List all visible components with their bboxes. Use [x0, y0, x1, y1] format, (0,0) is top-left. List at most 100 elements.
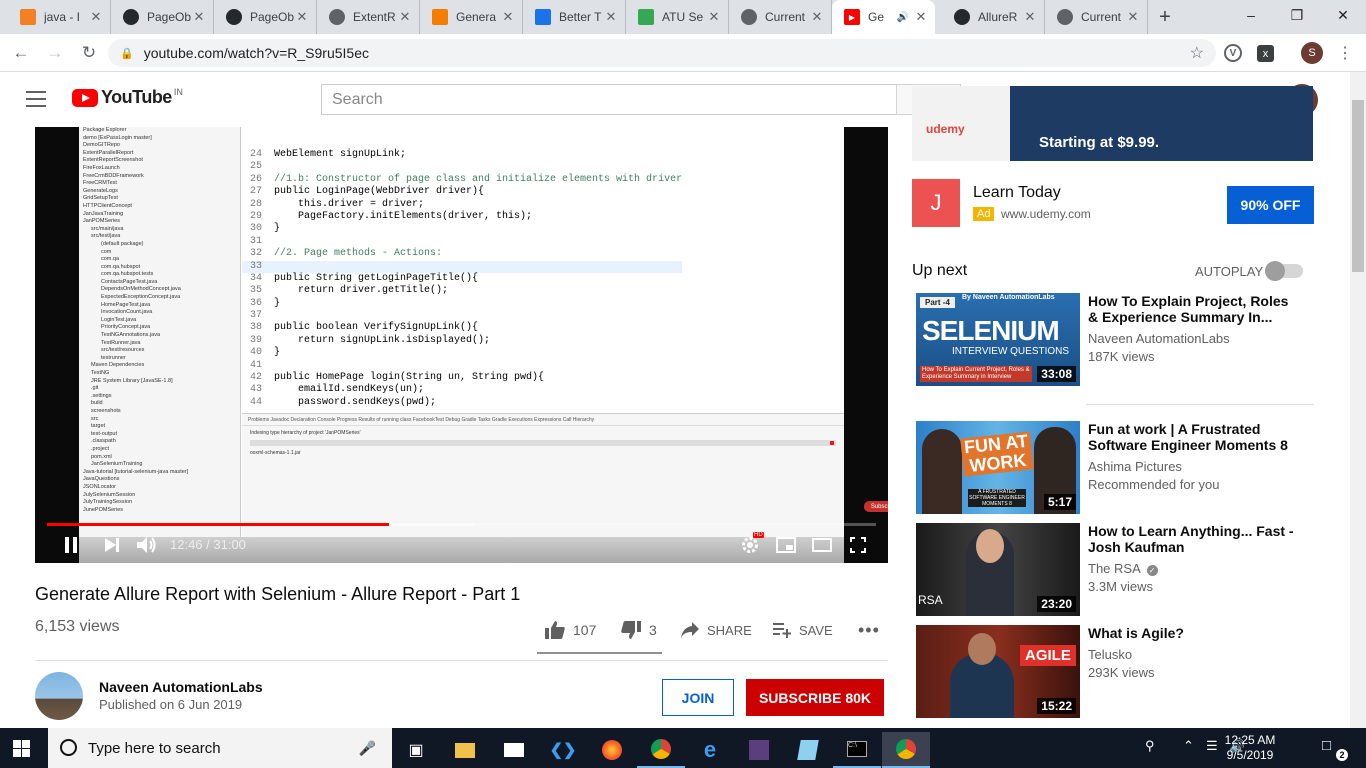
maximize-button[interactable]: ❐	[1274, 0, 1320, 30]
tab-close-icon[interactable]: ✕	[1125, 9, 1141, 25]
browser-tab[interactable]: ATU Se ✕	[626, 0, 729, 34]
browser-tab[interactable]: java - I ✕	[8, 0, 111, 34]
tab-audio-icon[interactable]: 🔊	[897, 12, 909, 23]
browser-tab[interactable]: PageOb ✕	[214, 0, 317, 34]
people-icon[interactable]: ⚲	[1145, 738, 1155, 754]
more-actions-button[interactable]: •••	[858, 620, 880, 640]
profile-avatar[interactable]: S	[1301, 42, 1323, 64]
next-button[interactable]	[101, 534, 123, 556]
subscribe-button[interactable]: SUBSCRIBE 80K	[746, 679, 884, 716]
search-input[interactable]: Search	[321, 84, 897, 115]
ad-cta-button[interactable]: 90% OFF	[1227, 186, 1314, 224]
tab-close-icon[interactable]: ✕	[500, 9, 516, 25]
ad-icon[interactable]: J	[912, 179, 960, 227]
channel-name[interactable]: Naveen AutomationLabs	[1088, 331, 1230, 346]
vivaldi-extension-icon[interactable]: V	[1224, 44, 1242, 62]
taskbar-search-input[interactable]: Type here to search 🎤	[48, 728, 392, 768]
browser-tab[interactable]: PageOb ✕	[111, 0, 214, 34]
video-thumbnail[interactable]: By Naveen AutomationLabs Part -4 SELENIU…	[916, 293, 1080, 386]
action-center-icon[interactable]: □ 2	[1322, 737, 1348, 761]
dislike-button[interactable]: 3	[621, 620, 657, 640]
join-button[interactable]: JOIN	[662, 679, 734, 716]
ad-title[interactable]: Learn Today	[973, 184, 1061, 202]
channel-avatar[interactable]	[35, 672, 83, 720]
browser-tab[interactable]: Current ✕	[1045, 0, 1148, 34]
task-view-icon[interactable]: ▣	[392, 732, 440, 768]
chrome-menu-icon[interactable]: ⋮	[1334, 42, 1356, 64]
reload-button[interactable]: ↻	[74, 38, 104, 68]
tab-close-icon[interactable]: ✕	[88, 9, 104, 25]
share-button[interactable]: SHARE	[681, 620, 752, 640]
channel-name[interactable]: Telusko	[1088, 647, 1132, 662]
browser-tab[interactable]: Genera ✕	[420, 0, 523, 34]
menu-icon[interactable]	[26, 91, 46, 112]
page-scrollbar[interactable]	[1350, 72, 1366, 728]
recommended-video[interactable]: RSA 23:20 How to Learn Anything... Fast …	[912, 523, 1332, 619]
pause-button[interactable]	[60, 534, 82, 556]
show-hidden-icons-chevron-icon[interactable]: ⌃	[1183, 738, 1194, 754]
browser-tab[interactable]: ▶ Ge 🔊 ✕	[832, 0, 935, 34]
browser-tab[interactable]: AllureR ✕	[942, 0, 1045, 34]
bookmark-star-icon[interactable]: ☆	[1190, 43, 1204, 63]
youtube-logo[interactable]: YouTube IN	[72, 87, 183, 108]
channel-name[interactable]: The RSA ✓	[1088, 561, 1158, 576]
autoplay-toggle[interactable]	[1265, 261, 1303, 281]
video-thumbnail[interactable]: RSA 23:20	[916, 523, 1080, 616]
mail-icon[interactable]	[490, 732, 538, 768]
scrollbar-thumb[interactable]	[1352, 100, 1364, 272]
channel-name[interactable]: Ashima Pictures	[1088, 459, 1182, 474]
windows-start-icon[interactable]	[13, 740, 30, 757]
tab-close-icon[interactable]: ✕	[1022, 9, 1038, 25]
tab-close-icon[interactable]: ✕	[397, 9, 413, 25]
settings-button[interactable]: HD	[739, 532, 764, 556]
edge-icon[interactable]: e	[686, 732, 734, 768]
tab-close-icon[interactable]: ✕	[809, 9, 825, 25]
recommended-video[interactable]: By Naveen AutomationLabs Part -4 SELENIU…	[912, 293, 1332, 389]
browser-tab[interactable]: Current ✕	[729, 0, 832, 34]
tab-close-icon[interactable]: ✕	[706, 9, 722, 25]
tab-close-icon[interactable]: ✕	[913, 9, 929, 25]
video-player[interactable]: Package Explorer demo [ExPassLogin master…	[35, 127, 888, 563]
command-prompt-icon[interactable]: C:\	[833, 732, 881, 768]
excel-extension-icon[interactable]: x	[1257, 45, 1274, 62]
video-title[interactable]: How To Explain Project, Roles & Experien…	[1088, 293, 1298, 325]
volume-button[interactable]	[135, 534, 159, 556]
miniplayer-button[interactable]	[775, 534, 797, 556]
browser-tab[interactable]: Better T ✕	[523, 0, 626, 34]
eclipse-ide-icon[interactable]	[735, 732, 783, 768]
close-window-button[interactable]: ✕	[1320, 0, 1366, 30]
browser-tab[interactable]: ExtentR ✕	[317, 0, 420, 34]
video-title[interactable]: How to Learn Anything... Fast - Josh Kau…	[1088, 523, 1298, 555]
file-explorer-icon[interactable]	[441, 732, 489, 768]
video-thumbnail[interactable]: AGILE 15:22	[916, 625, 1080, 718]
like-button[interactable]: 107	[545, 620, 596, 640]
save-button[interactable]: SAVE	[773, 620, 833, 640]
progress-bar[interactable]	[47, 523, 876, 526]
chrome-active-icon[interactable]	[882, 732, 930, 768]
fullscreen-button[interactable]	[847, 534, 869, 556]
subscribe-now-overlay[interactable]: Subscribe Now	[864, 501, 888, 512]
back-button[interactable]: ←	[6, 38, 36, 68]
recommended-video[interactable]: AGILE 15:22 What is Agile? Telusko 293K …	[912, 625, 1332, 721]
wifi-icon[interactable]: ☰	[1206, 738, 1218, 754]
channel-name[interactable]: Naveen AutomationLabs	[99, 679, 263, 695]
tab-close-icon[interactable]: ✕	[294, 9, 310, 25]
video-thumbnail[interactable]: FUN AT WORK A FRUSTRATED SOFTWARE ENGINE…	[916, 421, 1080, 514]
microphone-icon[interactable]: 🎤	[359, 740, 376, 757]
tab-close-icon[interactable]: ✕	[191, 9, 207, 25]
video-title[interactable]: What is Agile?	[1088, 625, 1298, 641]
chrome-icon[interactable]	[637, 732, 685, 768]
taskbar-clock[interactable]: 12:25 AM 9/5/2019	[1220, 733, 1280, 763]
tab-close-icon[interactable]: ✕	[603, 9, 619, 25]
minimize-button[interactable]: –	[1228, 0, 1274, 30]
companion-ad-banner[interactable]: udemy Starting at $9.99.	[912, 86, 1313, 161]
address-bar[interactable]: 🔒 youtube.com/watch?v=R_S9ru5I5ec ☆	[108, 39, 1216, 67]
video-title[interactable]: Fun at work | A Frustrated Software Engi…	[1088, 421, 1298, 453]
new-tab-button[interactable]: +	[1148, 0, 1182, 34]
forward-button[interactable]: →	[40, 38, 70, 68]
firefox-icon[interactable]	[588, 732, 636, 768]
recommended-video[interactable]: FUN AT WORK A FRUSTRATED SOFTWARE ENGINE…	[912, 421, 1332, 517]
theater-mode-button[interactable]	[811, 534, 833, 556]
notepad-icon[interactable]	[784, 732, 832, 768]
vscode-icon[interactable]: ❮❯	[539, 732, 587, 768]
